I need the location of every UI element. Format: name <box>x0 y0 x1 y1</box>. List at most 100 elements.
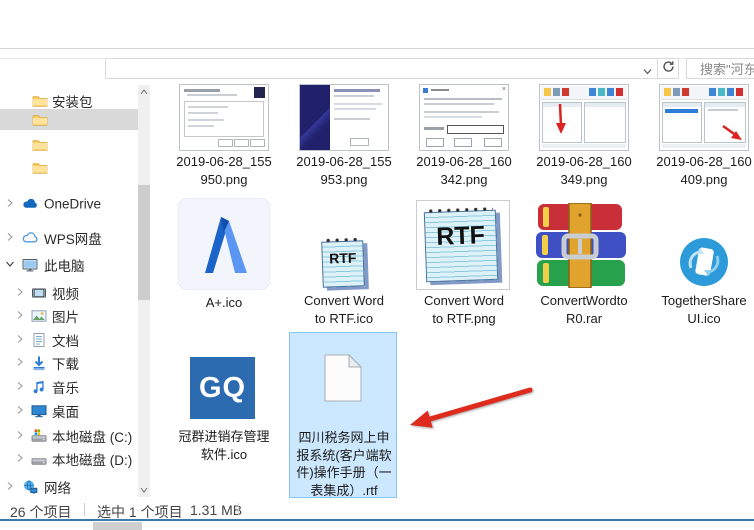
sidebar-item-this-pc[interactable]: 此电脑 <box>0 254 138 275</box>
chevron-right-icon[interactable] <box>5 229 15 247</box>
refresh-button[interactable] <box>658 58 679 79</box>
thumb-detail <box>187 94 237 96</box>
folder-icon <box>32 93 48 109</box>
search-input[interactable]: 搜索"河东 <box>686 58 754 79</box>
chevron-right-icon[interactable] <box>15 307 25 325</box>
sidebar-item-label: 此电脑 <box>44 258 85 274</box>
thumb-detail <box>484 138 502 147</box>
refresh-icon <box>662 60 675 78</box>
red-arrow-mini <box>556 103 566 134</box>
sidebar-item-desktop[interactable]: 桌面 <box>0 400 138 421</box>
chevron-right-icon[interactable] <box>15 427 25 445</box>
sidebar-item-music[interactable]: 音乐 <box>0 376 138 397</box>
sidebar-item-folder[interactable] <box>0 134 138 155</box>
chevron-right-icon[interactable] <box>15 284 25 302</box>
sidebar-item-label: 下载 <box>52 356 79 372</box>
file-item[interactable]: 2019-06-28_160 349.png <box>528 82 640 194</box>
sidebar-item-label: OneDrive <box>44 196 102 211</box>
thumb-detail <box>423 88 428 93</box>
file-name: 2019-06-28_160 349.png <box>536 154 632 187</box>
file-item[interactable]: × 2019-06-28_160 342.png <box>408 82 520 194</box>
thumb-detail <box>584 102 626 143</box>
setup-finish-dialog-thumbnail <box>299 84 389 151</box>
sidebar-item-install-package[interactable]: 安装包 <box>0 90 138 111</box>
status-divider <box>238 503 239 516</box>
thumb-detail <box>662 144 746 148</box>
thumb-detail <box>426 138 444 147</box>
thumb-detail <box>234 139 249 147</box>
file-item[interactable]: 2019-06-28_155 950.png <box>168 82 280 194</box>
chevron-right-icon[interactable] <box>5 195 15 213</box>
rtf-notepad-icon: RTF <box>321 236 366 289</box>
converter-app-selected-thumbnail <box>659 84 749 151</box>
red-arrow-mini <box>722 124 742 140</box>
chevron-right-icon[interactable] <box>15 450 25 468</box>
chevron-down-icon[interactable] <box>642 64 653 82</box>
scroll-up-button[interactable] <box>138 85 150 99</box>
file-name: ConvertWordto R0.rar <box>540 293 628 326</box>
setup-ready-dialog-thumbnail <box>179 84 269 151</box>
file-name: TogetherShare UI.ico <box>661 293 747 326</box>
file-item-selected[interactable]: 四川税务网上申 报系统(客户端软 件)操作手册（一 表集成）.rtf <box>289 332 397 498</box>
converter-app-thumbnail <box>539 84 629 151</box>
file-item[interactable]: 2019-06-28_155 953.png <box>288 82 400 194</box>
sidebar-item-wps-cloud[interactable]: WPS网盘 <box>0 227 138 248</box>
status-divider <box>84 503 85 516</box>
thumb-detail <box>662 102 702 143</box>
chevron-right-icon[interactable] <box>15 354 25 372</box>
folder-icon <box>32 160 48 176</box>
file-item[interactable]: RTF Convert Word to RTF.ico <box>288 196 400 326</box>
sidebar-item-disk-c[interactable]: 本地磁盘 (C:) <box>0 425 138 446</box>
hard-drive-c-icon <box>31 428 47 444</box>
chevron-right-icon[interactable] <box>15 402 25 420</box>
network-icon <box>22 479 38 495</box>
sidebar-item-disk-d[interactable]: 本地磁盘 (D:) <box>0 448 138 469</box>
address-bar[interactable] <box>105 58 658 79</box>
sidebar-item-videos[interactable]: 视频 <box>0 282 138 303</box>
sidebar-item-onedrive[interactable]: OneDrive <box>0 193 138 214</box>
thumb-detail <box>184 89 220 92</box>
ribbon-divider <box>0 48 754 49</box>
thumb-detail <box>334 118 370 120</box>
downloads-icon <box>31 355 47 371</box>
file-item[interactable]: ConvertWordto R0.rar <box>528 196 640 326</box>
file-item[interactable]: GQ 冠群进销存管理 软件.ico <box>168 352 280 476</box>
chevron-right-icon[interactable] <box>5 478 15 496</box>
onedrive-cloud-icon <box>22 196 38 212</box>
thumb-detail <box>661 86 747 100</box>
file-item[interactable]: RTF Convert Word to RTF.png <box>408 196 520 326</box>
thumb-detail <box>424 98 502 100</box>
sidebar-item-folder[interactable] <box>0 157 138 178</box>
thumb-detail <box>334 95 374 97</box>
sidebar-item-downloads[interactable]: 下载 <box>0 352 138 373</box>
search-placeholder: 搜索"河东 <box>700 62 754 77</box>
file-name: 2019-06-28_160 409.png <box>656 154 752 187</box>
sidebar-item-network[interactable]: 网络 <box>0 476 138 497</box>
thumb-detail <box>424 111 499 113</box>
sidebar-item-label: 本地磁盘 (C:) <box>52 429 133 445</box>
sidebar-item-folder-selected[interactable] <box>0 109 138 130</box>
sidebar-item-label: 桌面 <box>52 404 79 420</box>
videos-icon <box>31 285 47 301</box>
file-name: 冠群进销存管理 软件.ico <box>178 429 270 462</box>
file-item[interactable]: A+.ico <box>168 196 280 326</box>
sidebar-item-pictures[interactable]: 图片 <box>0 305 138 326</box>
file-item[interactable]: 2019-06-28_160 409.png <box>648 82 754 194</box>
wps-cloud-icon <box>22 230 38 246</box>
music-note-icon <box>31 379 47 395</box>
scrollbar-thumb[interactable] <box>138 185 150 300</box>
chevron-down-icon[interactable] <box>5 256 15 274</box>
thumb-detail <box>334 89 380 92</box>
sidebar-item-documents[interactable]: 文档 <box>0 329 138 350</box>
computer-icon <box>22 257 38 273</box>
status-bar: 26 个项目 选中 1 个项目 1.31 MB <box>0 500 754 520</box>
scroll-down-button[interactable] <box>138 483 150 497</box>
file-item[interactable]: TogetherShare UI.ico <box>648 196 754 326</box>
explorer-window: 搜索"河东 安装包 OneDrive WPS网盘 此电脑 视频 图片 文档 下载… <box>0 0 754 530</box>
chevron-right-icon[interactable] <box>15 378 25 396</box>
file-name: 四川税务网上申 报系统(客户端软 件)操作手册（一 表集成）.rtf <box>296 430 392 498</box>
chevron-right-icon[interactable] <box>15 331 25 349</box>
sidebar-scrollbar[interactable] <box>138 85 150 497</box>
pictures-icon <box>31 308 47 324</box>
togethershare-icon <box>680 238 728 286</box>
